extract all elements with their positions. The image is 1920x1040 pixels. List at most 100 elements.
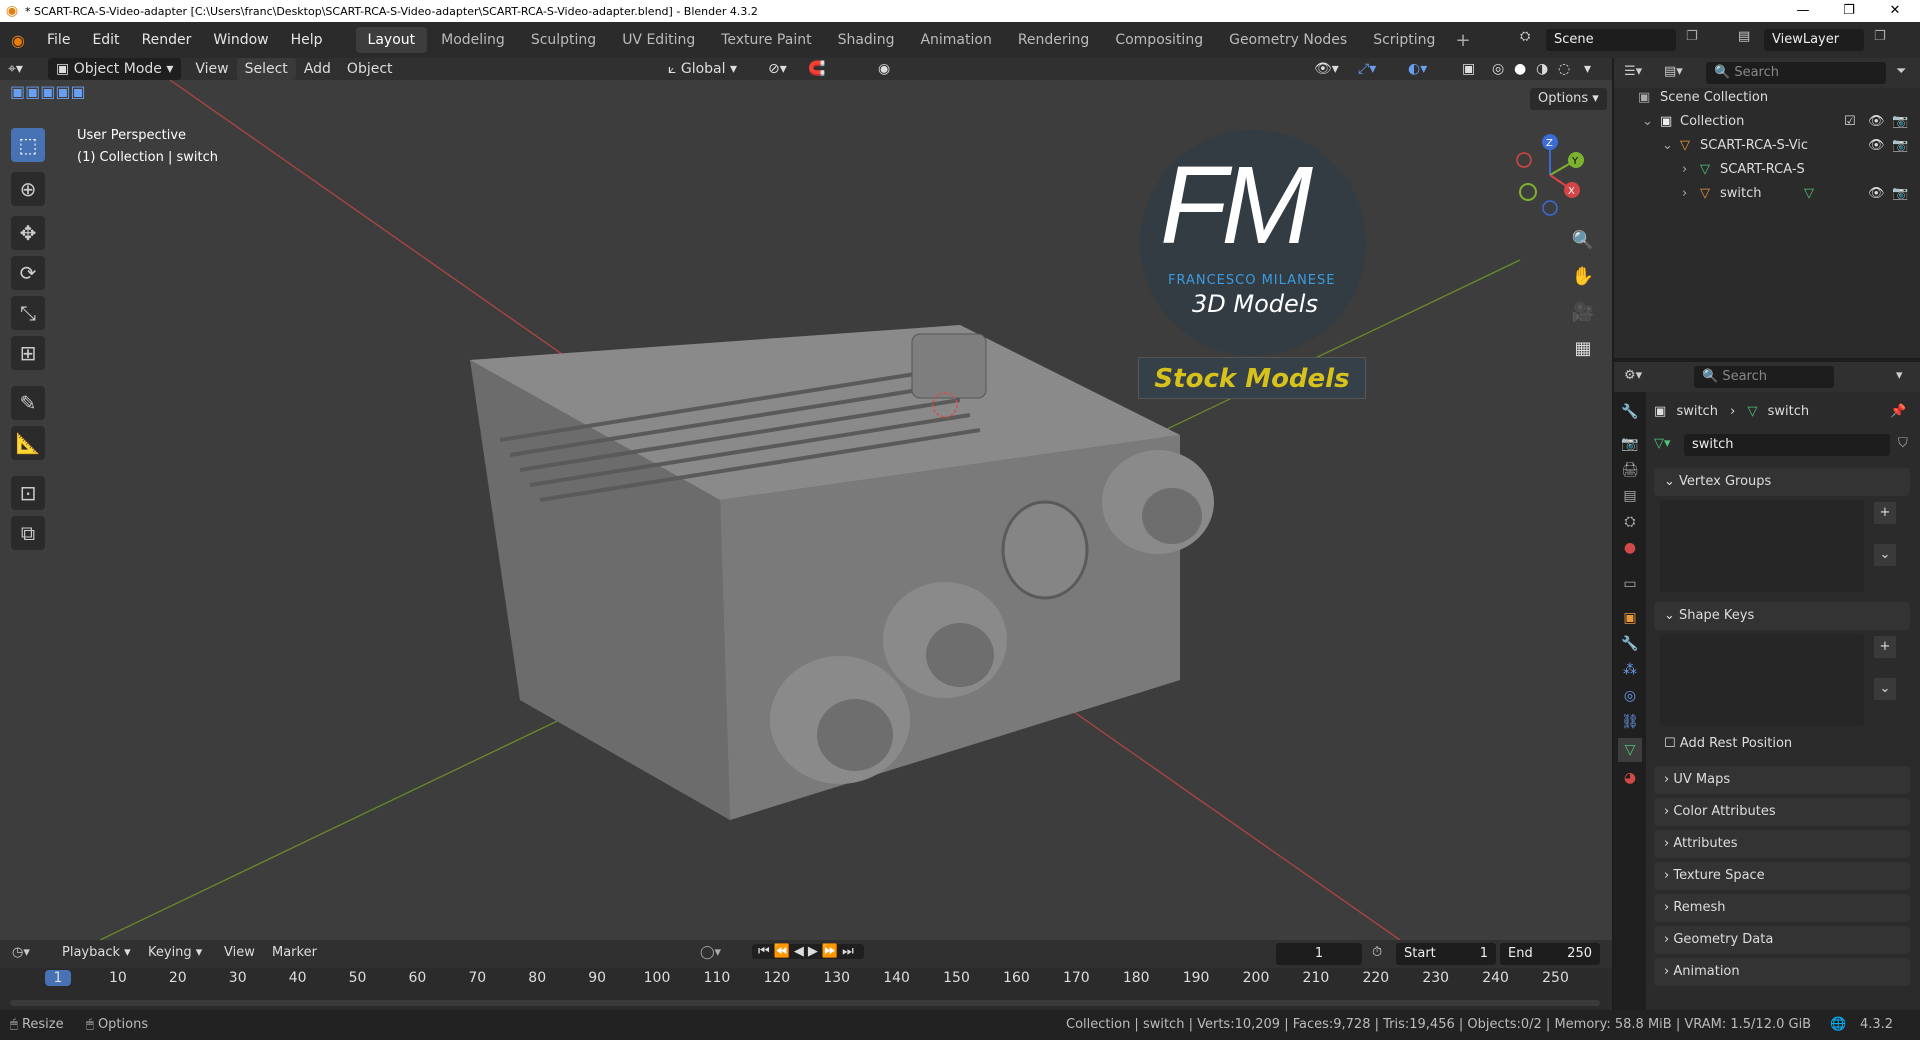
eye-icon[interactable]: 👁	[1868, 110, 1885, 134]
outliner-row-collection[interactable]: ⌄ ▣ Collection ☑ 👁 📷	[1614, 110, 1920, 134]
xray-icon[interactable]: ▣	[1454, 58, 1483, 80]
physics-tab-icon[interactable]: ◎	[1618, 684, 1642, 708]
tab-texture-paint[interactable]: Texture Paint	[709, 27, 823, 53]
close-window-button[interactable]: ✕	[1872, 0, 1918, 22]
display-mode-icon[interactable]: ▤▾	[1664, 64, 1683, 79]
visibility-icon[interactable]: 👁▾	[1306, 58, 1347, 80]
outliner-row-object-adapter[interactable]: ⌄ ▽ SCART-RCA-S-Vic 👁 📷	[1614, 134, 1920, 158]
properties-search-input[interactable]: 🔍 Search	[1694, 366, 1834, 388]
material-tab-icon[interactable]: ◕	[1618, 766, 1642, 790]
add-shape-key-button[interactable]: +	[1874, 636, 1896, 658]
tab-compositing[interactable]: Compositing	[1103, 27, 1215, 53]
tab-sculpting[interactable]: Sculpting	[519, 27, 608, 53]
selection-mode-icons[interactable]: ▣▣▣▣▣	[10, 82, 110, 104]
filter-icon[interactable]: ⏷	[1896, 64, 1906, 79]
tab-geometry-nodes[interactable]: Geometry Nodes	[1217, 27, 1359, 53]
properties-editor-icon[interactable]: ⚙▾	[1624, 368, 1642, 383]
pivot-icon[interactable]: ⊘▾	[760, 58, 795, 80]
output-tab-icon[interactable]: 🖨	[1618, 458, 1642, 482]
expand-icon[interactable]: ⌄	[1642, 110, 1653, 134]
view-layer-selector[interactable]: ViewLayer	[1764, 29, 1864, 51]
zoom-icon[interactable]: 🔍	[1568, 226, 1598, 256]
new-scene-icon[interactable]: ❐	[1686, 29, 1698, 44]
scale-tool[interactable]: ⤡	[11, 296, 45, 330]
restore-button[interactable]: ❐	[1826, 0, 1872, 22]
blender-menu-icon[interactable]: ◉	[0, 31, 36, 50]
mesh-name-field[interactable]: switch	[1684, 434, 1890, 456]
add-vertex-group-button[interactable]: +	[1874, 502, 1896, 524]
expand-icon[interactable]: ›	[1682, 158, 1687, 182]
panel-color-attributes[interactable]: › Color Attributes	[1654, 798, 1910, 826]
outliner-editor-icon[interactable]: ☰▾	[1624, 64, 1642, 79]
particles-tab-icon[interactable]: ⁂	[1618, 658, 1642, 682]
transform-tool[interactable]: ⊞	[11, 336, 45, 370]
rendered-shading-icon[interactable]: ◌	[1550, 58, 1578, 80]
shape-key-menu-button[interactable]: ⌄	[1874, 678, 1896, 700]
rotate-tool[interactable]: ⟳	[11, 256, 45, 290]
outliner-row-mesh[interactable]: › ▽ SCART-RCA-S	[1614, 158, 1920, 182]
panel-shape-keys[interactable]: ⌄ Shape Keys	[1654, 602, 1910, 630]
expand-icon[interactable]: ›	[1682, 182, 1687, 206]
annotate-tool[interactable]: ✎	[11, 386, 45, 420]
tab-layout[interactable]: Layout	[355, 27, 428, 53]
add-rest-position-checkbox[interactable]: ☐ Add Rest Position	[1664, 736, 1792, 751]
tab-modeling[interactable]: Modeling	[429, 27, 517, 53]
proportional-edit-icon[interactable]: ◉	[870, 58, 898, 80]
menu-view[interactable]: View	[187, 58, 236, 80]
transform-orientation[interactable]: ⟀ Global ▾	[660, 58, 745, 80]
menu-window[interactable]: Window	[202, 22, 279, 58]
new-view-layer-icon[interactable]: ❐	[1874, 29, 1886, 44]
fake-user-icon[interactable]: ⛉	[1898, 436, 1908, 451]
collection-tab-icon[interactable]: ▭	[1618, 572, 1642, 596]
tab-animation[interactable]: Animation	[908, 27, 1003, 53]
cursor-tool[interactable]: ⊕	[11, 172, 45, 206]
vertex-group-menu-button[interactable]: ⌄	[1874, 544, 1896, 566]
overlay-toggle-icon[interactable]: ◐▾	[1400, 58, 1435, 80]
data-tab-icon[interactable]: ▽	[1618, 738, 1642, 762]
outliner-row-scene-collection[interactable]: ▣ Scene Collection	[1614, 86, 1920, 110]
navigation-gizmo[interactable]: Z Y X	[1500, 130, 1600, 220]
mesh-browse-icon[interactable]: ▽▾	[1654, 436, 1671, 451]
world-tab-icon[interactable]: ●	[1618, 536, 1642, 560]
timeline-scrollbar[interactable]	[10, 1000, 1600, 1006]
menu-select[interactable]: Select	[236, 58, 296, 80]
menu-render[interactable]: Render	[131, 22, 203, 58]
vertex-groups-list[interactable]	[1660, 500, 1864, 592]
panel-animation[interactable]: › Animation	[1654, 958, 1910, 986]
tab-shading[interactable]: Shading	[826, 27, 907, 53]
expand-icon[interactable]: ⌄	[1662, 134, 1673, 158]
minimize-button[interactable]: —	[1780, 0, 1826, 22]
panel-texture-space[interactable]: › Texture Space	[1654, 862, 1910, 890]
options-button[interactable]: Options ▾	[1530, 88, 1607, 110]
properties-options-icon[interactable]: ▾	[1896, 368, 1903, 383]
select-box-tool[interactable]: ⬚	[11, 128, 45, 162]
eye-icon[interactable]: 👁	[1868, 134, 1885, 158]
camera-icon[interactable]: 🎥	[1568, 298, 1598, 328]
scene-icon[interactable]: ⛭	[1520, 29, 1530, 44]
tab-scripting[interactable]: Scripting	[1361, 27, 1447, 53]
tab-uv-editing[interactable]: UV Editing	[610, 27, 707, 53]
panel-remesh[interactable]: › Remesh	[1654, 894, 1910, 922]
measure-tool[interactable]: 📐	[11, 426, 45, 460]
snap-icon[interactable]: 🧲	[800, 58, 833, 80]
tab-rendering[interactable]: Rendering	[1006, 27, 1102, 53]
gizmo-toggle-icon[interactable]: ⤢▾	[1350, 58, 1384, 80]
outliner-row-switch[interactable]: › ▽ switch ▽ 👁 📷	[1614, 182, 1920, 206]
shape-keys-list[interactable]	[1660, 634, 1864, 726]
mode-selector[interactable]: ▣ Object Mode ▾	[48, 58, 182, 80]
panel-attributes[interactable]: › Attributes	[1654, 830, 1910, 858]
perspective-toggle-icon[interactable]: ▦	[1568, 334, 1598, 364]
move-tool[interactable]: ✥	[11, 216, 45, 250]
menu-help[interactable]: Help	[280, 22, 334, 58]
view-layer-tab-icon[interactable]: ▤	[1618, 484, 1642, 508]
pin-icon[interactable]: 📌	[1890, 400, 1906, 424]
add-workspace-icon[interactable]: +	[1455, 30, 1470, 51]
menu-add[interactable]: Add	[296, 58, 339, 80]
camera-render-icon[interactable]: 📷	[1892, 182, 1908, 206]
add-cube-tool[interactable]: ⊡	[11, 476, 45, 510]
modifier-tab-icon[interactable]: 🔧	[1618, 632, 1642, 656]
panel-uv-maps[interactable]: › UV Maps	[1654, 766, 1910, 794]
tool-tab-icon[interactable]: 🔧	[1618, 400, 1642, 424]
panel-vertex-groups[interactable]: ⌄ Vertex Groups	[1654, 468, 1910, 496]
scene-selector[interactable]: Scene	[1546, 29, 1676, 51]
